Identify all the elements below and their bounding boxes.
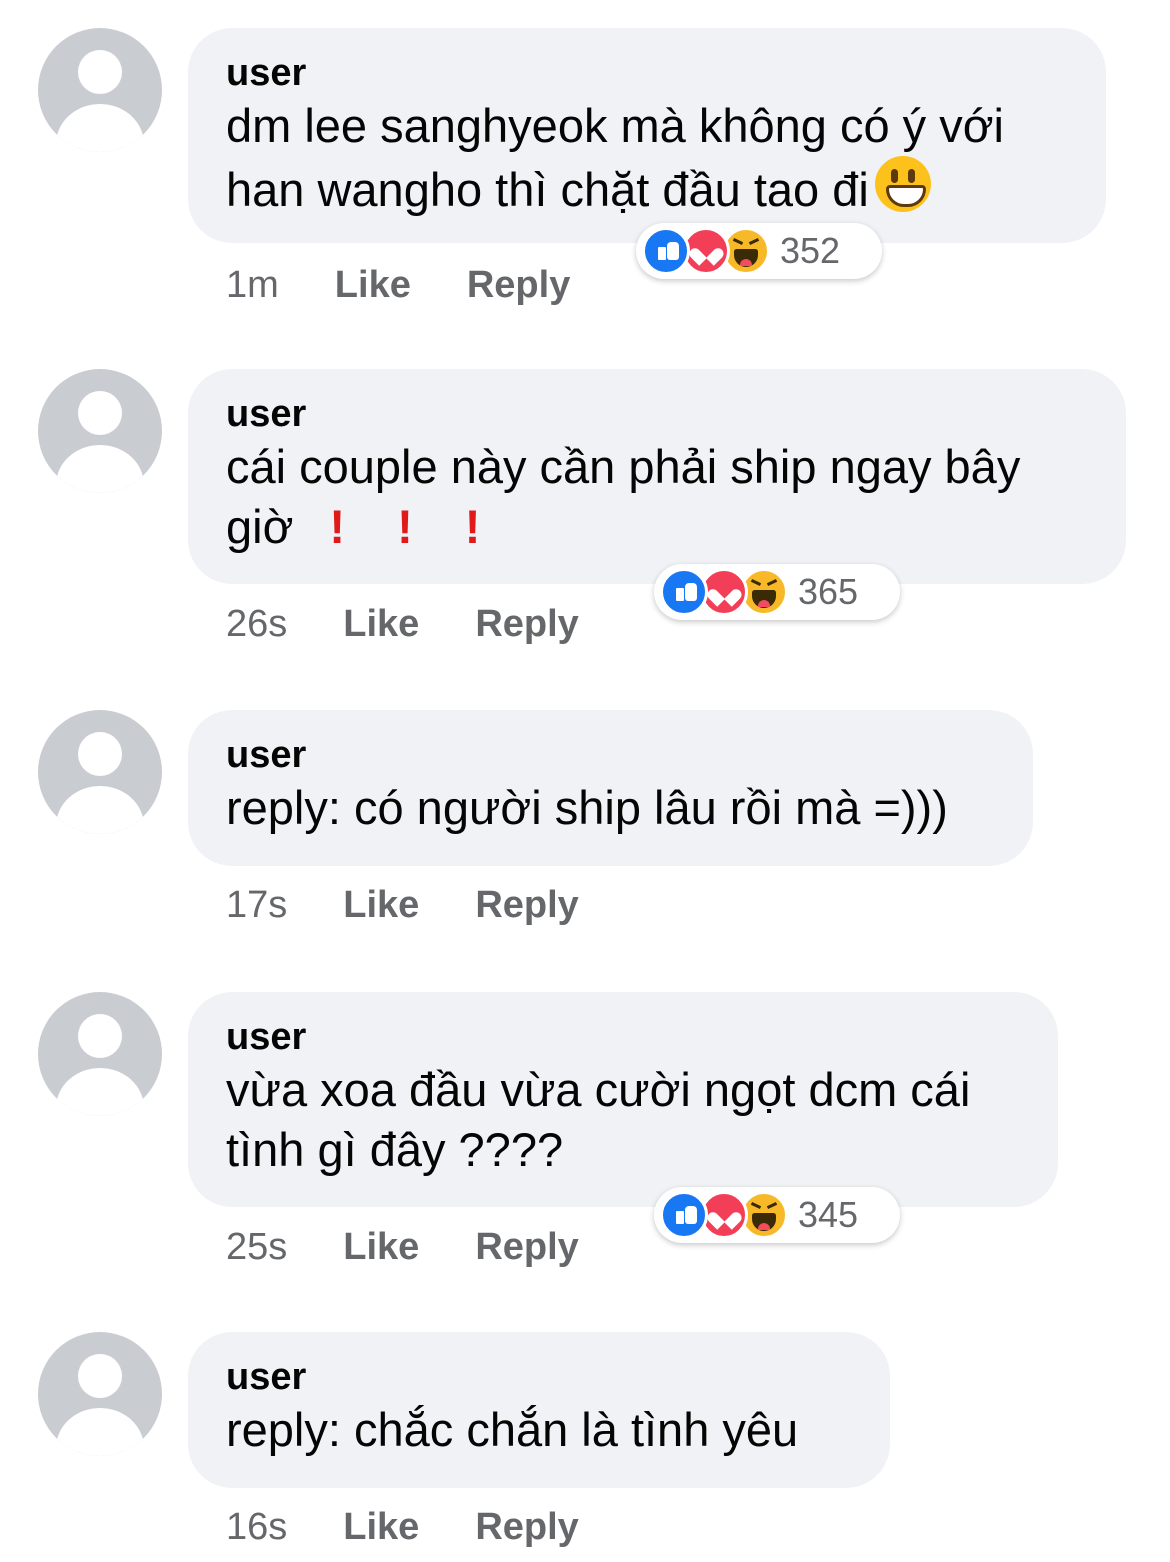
reaction-summary[interactable]: 352 — [636, 223, 882, 279]
like-button[interactable]: Like — [343, 882, 419, 928]
like-button[interactable]: Like — [343, 1504, 419, 1550]
comment-author[interactable]: user — [226, 1354, 852, 1400]
comment-bubble: user reply: chắc chắn là tình yêu — [188, 1332, 890, 1488]
reply-button[interactable]: Reply — [475, 1504, 578, 1550]
comment-bubble: user vừa xoa đầu vừa cười ngọt dcm cái t… — [188, 992, 1058, 1207]
avatar[interactable] — [38, 28, 162, 152]
comment-author[interactable]: user — [226, 732, 995, 778]
reaction-count: 365 — [798, 571, 859, 612]
reply-button[interactable]: Reply — [475, 1224, 578, 1270]
comment-author[interactable]: user — [226, 391, 1088, 437]
comment-bubble: user reply: có người ship lâu rồi mà =))… — [188, 710, 1033, 866]
exclamation-mark-icon: ! — [329, 500, 346, 553]
comment-text-line: giờ — [226, 500, 294, 553]
comment-time: 16s — [226, 1506, 288, 1548]
exclamation-mark-icon: ! — [464, 500, 481, 553]
comment-actions: 26s Like Reply — [226, 601, 579, 647]
avatar[interactable] — [38, 369, 162, 493]
grinning-face-emoji-icon — [874, 156, 931, 212]
exclamation-mark-icon: ! — [397, 500, 413, 553]
comment-bubble: user cái couple này cần phải ship ngay b… — [188, 369, 1126, 584]
comment-text-line: dm lee sanghyeok mà không có ý với — [226, 99, 1005, 152]
like-button[interactable]: Like — [343, 1224, 419, 1270]
comment-actions: 16s Like Reply — [226, 1504, 579, 1550]
comment-author[interactable]: user — [226, 1014, 1020, 1060]
reaction-summary[interactable]: 345 — [654, 1187, 900, 1243]
reaction-count: 345 — [798, 1194, 859, 1235]
comment-author[interactable]: user — [226, 50, 1068, 96]
like-reaction-icon — [660, 568, 708, 616]
comment-time: 26s — [226, 603, 288, 645]
avatar[interactable] — [38, 710, 162, 834]
comment-text-line: tình gì đây ???? — [226, 1123, 564, 1176]
reaction-count: 352 — [780, 230, 841, 271]
comment-time: 25s — [226, 1226, 288, 1268]
comment-actions: 1m Like Reply — [226, 262, 570, 308]
comment-text-line: reply: chắc chắn là tình yêu — [226, 1403, 799, 1456]
comment-text-line: cái couple này cần phải ship ngay bây — [226, 440, 1021, 493]
avatar[interactable] — [38, 992, 162, 1116]
comment-bubble: user dm lee sanghyeok mà không có ý với … — [188, 28, 1106, 243]
like-reaction-icon — [642, 227, 690, 275]
reaction-summary[interactable]: 365 — [654, 564, 900, 620]
comment-text-line: reply: có người ship lâu rồi mà =))) — [226, 781, 948, 834]
like-button[interactable]: Like — [335, 262, 411, 308]
comment-actions: 17s Like Reply — [226, 882, 579, 928]
comment-text-line: han wangho thì chặt đầu tao đi — [226, 163, 869, 216]
comment-text-line: vừa xoa đầu vừa cười ngọt dcm cái — [226, 1063, 971, 1116]
reply-button[interactable]: Reply — [475, 882, 578, 928]
comment-actions: 25s Like Reply — [226, 1224, 579, 1270]
comment-time: 1m — [226, 264, 279, 306]
avatar[interactable] — [38, 1332, 162, 1456]
like-button[interactable]: Like — [343, 601, 419, 647]
reply-button[interactable]: Reply — [475, 601, 578, 647]
reply-button[interactable]: Reply — [467, 262, 570, 308]
comment-time: 17s — [226, 884, 288, 926]
like-reaction-icon — [660, 1191, 708, 1239]
